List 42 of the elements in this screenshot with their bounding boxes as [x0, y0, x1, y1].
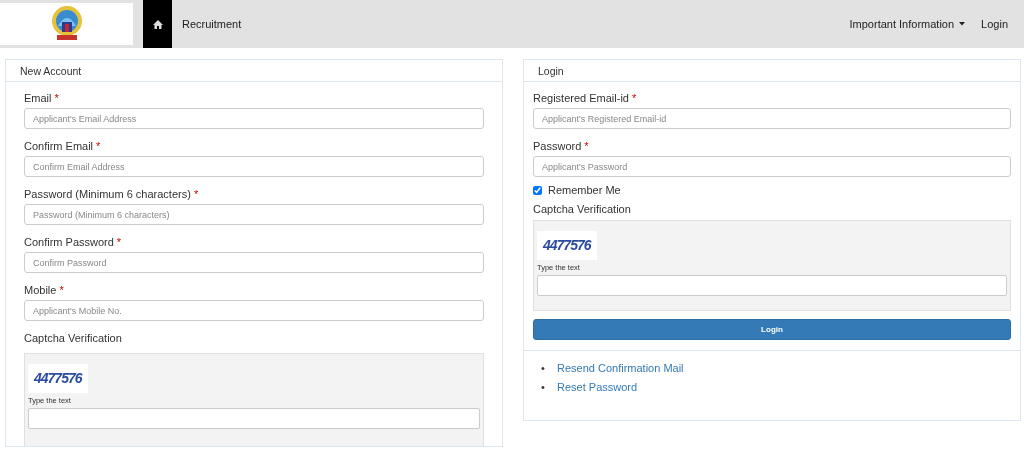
checkbox-label: Remember Me [548, 184, 621, 197]
input-field[interactable]: Confirm Email Address [24, 156, 484, 177]
input-field[interactable]: Password (Minimum 6 characters) [24, 204, 484, 225]
section-heading: Captcha Verification [24, 332, 123, 345]
bullet-mark: • [541, 361, 546, 377]
section-heading: Captcha Verification [533, 203, 632, 216]
input-field[interactable]: Applicant's Password [533, 156, 1011, 177]
field-label: Email [24, 92, 52, 105]
field-label: Mobile [24, 284, 57, 297]
captcha-image: 4477576 [537, 231, 597, 260]
required-mark: * [632, 92, 637, 105]
brand-link[interactable]: Recruitment [172, 0, 252, 48]
panel-title: Login [524, 60, 1020, 82]
captcha-input[interactable] [28, 408, 480, 430]
field-label: Confirm Password [24, 236, 114, 249]
field-label: Registered Email-id [533, 92, 629, 105]
field-label: Confirm Email [24, 140, 94, 153]
captcha-input[interactable] [537, 275, 1007, 297]
caret-icon [959, 22, 966, 26]
remember-checkbox[interactable] [533, 186, 542, 195]
panel-title: New Account [6, 60, 502, 82]
required-mark: * [193, 188, 199, 201]
input-field[interactable]: Confirm Password [24, 252, 484, 273]
bullet-mark: • [541, 380, 546, 396]
field-label: Password (Minimum 6 characters) [24, 188, 191, 201]
required-mark: * [96, 140, 101, 153]
input-field[interactable]: Applicant's Registered Email-id [533, 108, 1011, 129]
menu-link[interactable]: Login [973, 0, 1016, 48]
captcha-image: 4477576 [28, 364, 88, 393]
required-mark: * [116, 236, 122, 249]
field-label: Password [533, 140, 582, 153]
text-link[interactable]: Resend Confirmation Mail [557, 359, 684, 379]
input-field[interactable]: Applicant's Email Address [24, 108, 484, 129]
logo-icon [0, 3, 133, 45]
dropdown-toggle[interactable]: Important Information [841, 0, 974, 48]
required-mark: * [59, 284, 64, 297]
text-link[interactable]: Reset Password [557, 378, 638, 398]
required-mark: * [54, 92, 59, 105]
required-mark: * [584, 140, 589, 153]
home-icon[interactable] [143, 0, 172, 48]
login-button[interactable]: Login [533, 319, 1011, 341]
input-field[interactable]: Applicant's Mobile No. [24, 300, 484, 321]
